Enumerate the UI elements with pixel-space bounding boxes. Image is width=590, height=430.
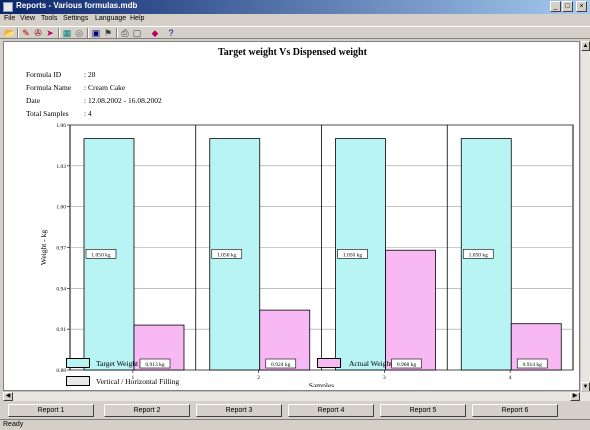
save-icon[interactable]: ▣: [91, 28, 101, 38]
legend-swatch-target: [66, 358, 90, 368]
info-value: : Cream Cake: [84, 83, 126, 92]
vertical-scrollbar[interactable]: ▲ ▼: [580, 41, 590, 392]
y-tick-label: 1.03: [56, 164, 66, 170]
menu-view[interactable]: View: [20, 15, 35, 22]
menu-help[interactable]: Help: [130, 15, 144, 22]
data-label-target: 1.050 kg: [469, 252, 489, 258]
open-icon[interactable]: 📂: [4, 28, 15, 38]
chart-icon[interactable]: ▦: [62, 28, 72, 38]
y-tick-label: 1.06: [56, 123, 66, 129]
report-3-button[interactable]: Report 3: [196, 404, 282, 417]
window-controls: _ □ ×: [550, 1, 587, 12]
report-title: Target weight Vs Dispensed weight: [218, 47, 367, 58]
flag-icon[interactable]: ⚑: [103, 28, 113, 38]
data-label-actual: 0.914 kg: [523, 362, 543, 368]
scroll-right-icon[interactable]: ▶: [570, 392, 580, 401]
legend-swatch-filling: [66, 376, 90, 386]
data-label-target: 1.050 kg: [91, 252, 111, 258]
bar-chart: 0.88 0.91 0.94 0.97 1.00 1.03 1.06 1.050 kg 0.91…: [39, 123, 574, 387]
horizontal-scrollbar[interactable]: ◀ ▶: [3, 391, 590, 401]
toolbar: 📂 ✎ ✇ ➤ ▦ ◎ ▣ ⚑ ⎙ ▢ ◆ ?: [0, 26, 590, 39]
y-tick-label: 0.94: [56, 286, 66, 292]
y-tick-label: 0.97: [56, 246, 66, 252]
legend-label-filling: Vertical / Horizontal Filling: [96, 377, 180, 386]
toolbar-separator: [87, 28, 89, 38]
info-value: : 12.08.2002 - 16.08.2002: [84, 96, 162, 105]
menu-tools[interactable]: Tools: [41, 15, 57, 22]
eraser-icon[interactable]: ✇: [33, 28, 43, 38]
app-icon: [3, 2, 13, 12]
report-6-button[interactable]: Report 6: [472, 404, 558, 417]
report-button-bar: Report 1 Report 2 Report 3 Report 4 Repo…: [0, 402, 590, 419]
status-bar: Ready: [0, 419, 590, 430]
toolbar-separator: [58, 28, 60, 38]
data-label-actual: 0.913 kg: [145, 362, 165, 368]
color-icon[interactable]: ◆: [150, 28, 160, 38]
print-icon[interactable]: ⎙: [120, 28, 130, 38]
y-tick-label: 1.00: [56, 205, 66, 211]
report-5-button[interactable]: Report 5: [380, 404, 466, 417]
preview-icon[interactable]: ▢: [132, 28, 142, 38]
menu-bar: File View Tools Settings Language Help: [0, 14, 590, 26]
report-view: Target weight Vs Dispensed weight Formul…: [3, 41, 580, 391]
x-tick-label: 2: [257, 375, 260, 381]
zoom-icon[interactable]: ◎: [74, 28, 84, 38]
legend-label-target: Target Weight: [96, 359, 139, 368]
pen-icon[interactable]: ✎: [21, 28, 31, 38]
report-4-button[interactable]: Report 4: [288, 404, 374, 417]
help-icon[interactable]: ?: [166, 28, 176, 38]
scroll-left-icon[interactable]: ◀: [3, 392, 13, 401]
window-title: Reports - Various formulas.mdb: [16, 1, 138, 10]
arrow-icon[interactable]: ➤: [45, 28, 55, 38]
close-button[interactable]: ×: [576, 1, 587, 12]
toolbar-separator: [17, 28, 19, 38]
legend-swatch-actual: [317, 358, 341, 368]
x-tick-label: 4: [509, 375, 512, 381]
x-axis-label: Samples: [309, 381, 334, 387]
report-1-button[interactable]: Report 1: [8, 404, 94, 417]
info-label: Formula Name: [26, 83, 72, 92]
data-label-target: 1.050 kg: [343, 252, 363, 258]
status-text: Ready: [3, 421, 24, 428]
info-label: Date: [26, 96, 41, 105]
scroll-up-icon[interactable]: ▲: [581, 41, 590, 51]
legend-label-actual: Actual Weight: [349, 359, 393, 368]
info-value: : 28: [84, 70, 96, 79]
report-2-button[interactable]: Report 2: [104, 404, 190, 417]
info-label: Formula ID: [26, 70, 62, 79]
data-label-actual: 0.924 kg: [271, 362, 291, 368]
minimize-button[interactable]: _: [550, 1, 561, 12]
data-label-actual: 0.968 kg: [397, 362, 417, 368]
x-tick-label: 3: [383, 375, 386, 381]
menu-file[interactable]: File: [4, 15, 15, 22]
bar-actual-weight: [385, 249, 436, 371]
toolbar-separator: [116, 28, 118, 38]
y-tick-label: 0.91: [56, 327, 66, 333]
y-axis-label: Weight - kg: [39, 230, 48, 265]
title-bar: Reports - Various formulas.mdb _ □ ×: [0, 0, 590, 14]
y-tick-label: 0.88: [56, 368, 66, 374]
maximize-button[interactable]: □: [562, 1, 573, 12]
menu-language[interactable]: Language: [95, 15, 126, 22]
data-label-target: 1.050 kg: [217, 252, 237, 258]
menu-settings[interactable]: Settings: [63, 15, 88, 22]
